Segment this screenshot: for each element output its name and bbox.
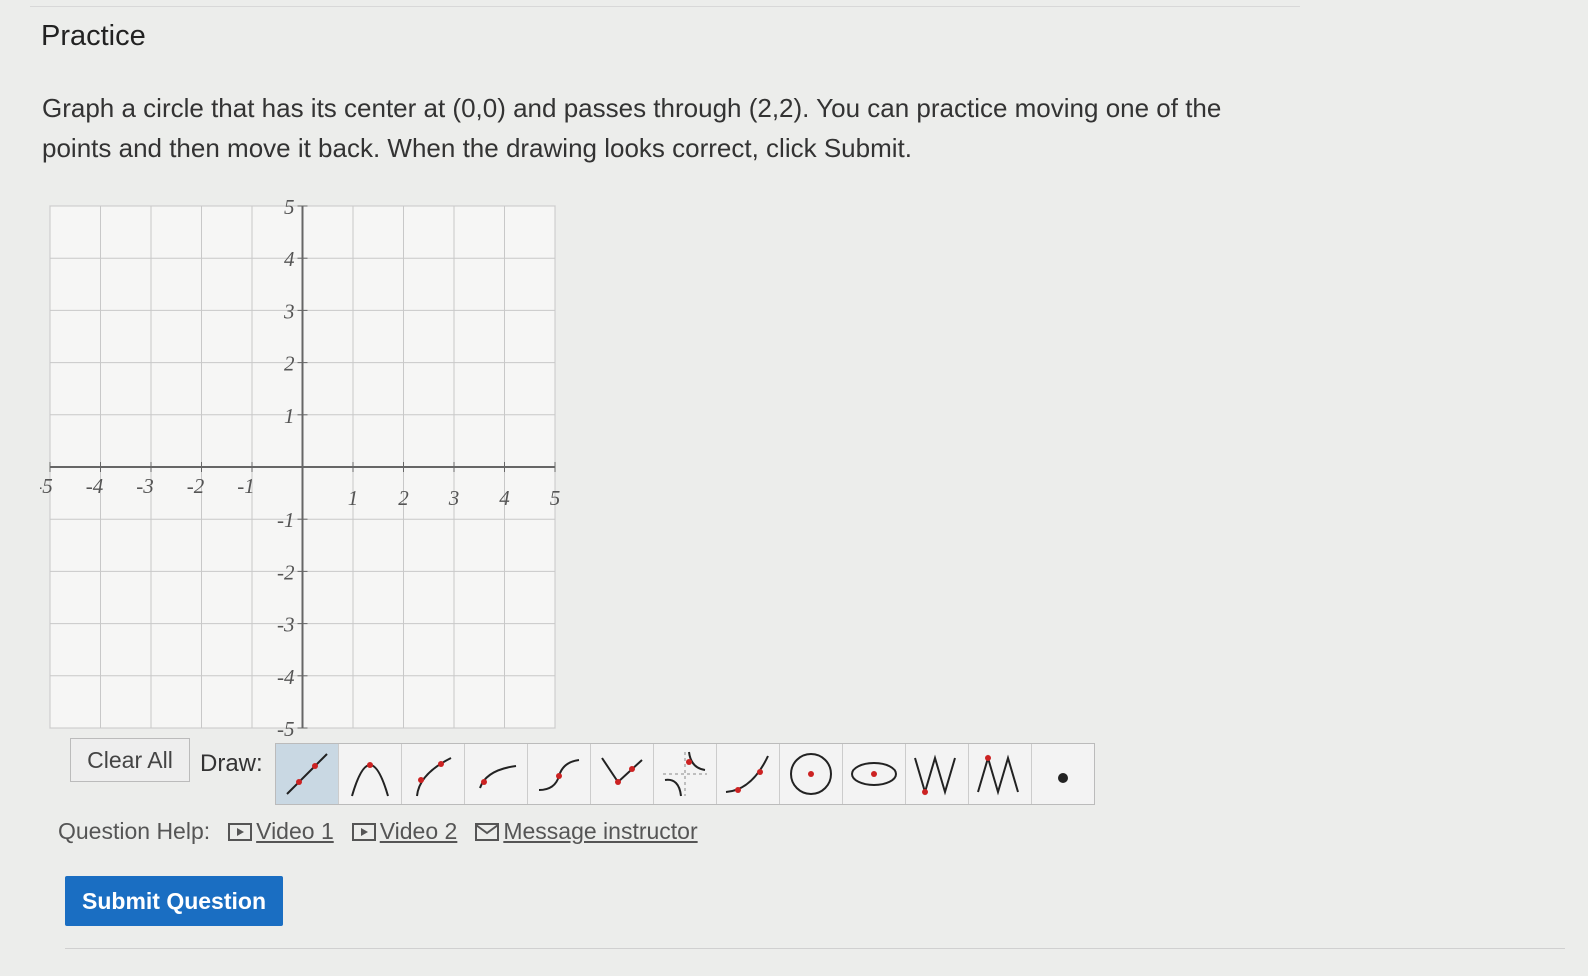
y-tick-label: -5 — [277, 717, 295, 738]
graph-svg[interactable]: -5 -4 -3 -2 -1 1 2 3 4 5 5 4 3 2 1 -1 -2 -3 -4 -5 — [35, 195, 560, 741]
sine-tool-icon — [914, 754, 956, 796]
circle-tool-button[interactable] — [780, 744, 843, 804]
y-tick-label: 2 — [284, 352, 295, 376]
y-tick-label: -1 — [277, 508, 295, 532]
y-tick-label: -2 — [277, 560, 295, 584]
graph-canvas[interactable]: -5 -4 -3 -2 -1 1 2 3 4 5 5 4 3 2 1 -1 -2 -3 -4 -5 — [35, 195, 560, 743]
y-tick-label: 3 — [283, 299, 295, 323]
video-icon — [228, 822, 253, 841]
y-tick-label: -3 — [277, 613, 295, 637]
exponential-tool-icon — [725, 755, 769, 793]
exponential-tool-button[interactable] — [717, 744, 780, 804]
point-tool-button[interactable] — [1032, 744, 1094, 804]
question-help: Question Help: Video 1 Video 2 Message i… — [58, 818, 698, 845]
cosine-tool-button[interactable] — [969, 744, 1032, 804]
x-tick-label: 5 — [550, 486, 560, 510]
x-tick-label: -2 — [187, 474, 205, 498]
video-1-link[interactable]: Video 1 — [228, 818, 334, 845]
sqrt-tool-button[interactable] — [402, 744, 465, 804]
log-tool-button[interactable] — [465, 744, 528, 804]
y-tick-label: 4 — [284, 247, 295, 271]
question-help-label: Question Help: — [58, 818, 211, 844]
log-tool-icon — [479, 765, 517, 789]
rational-tool-icon — [663, 751, 707, 797]
clear-all-button[interactable]: Clear All — [70, 738, 190, 782]
sqrt-tool-icon — [416, 757, 452, 797]
message-instructor-label: Message instructor — [503, 818, 698, 844]
x-tick-label: -1 — [237, 474, 255, 498]
parabola-tool-icon — [351, 762, 389, 797]
cosine-tool-icon — [977, 754, 1019, 796]
parabola-tool-button[interactable] — [339, 744, 402, 804]
y-tick-label: -4 — [277, 665, 295, 689]
video-icon — [351, 822, 376, 841]
draw-label: Draw: — [200, 750, 263, 777]
x-tick-label: -4 — [86, 474, 104, 498]
x-tick-label: -3 — [136, 474, 154, 498]
video-2-label: Video 2 — [379, 818, 458, 844]
x-tick-label: 2 — [398, 486, 409, 510]
x-tick-label: -5 — [40, 474, 53, 498]
cubic-tool-icon — [538, 759, 580, 791]
draw-tools — [275, 743, 1095, 805]
envelope-icon — [475, 822, 500, 841]
x-tick-label: 1 — [348, 486, 359, 510]
submit-question-button[interactable]: Submit Question — [65, 876, 283, 926]
y-tick-label: 5 — [284, 198, 295, 219]
bottom-divider — [65, 948, 1565, 949]
page-title: Practice — [41, 20, 146, 52]
line-tool-icon — [286, 753, 328, 795]
cubic-tool-button[interactable] — [528, 744, 591, 804]
absolute-value-tool-button[interactable] — [591, 744, 654, 804]
rational-tool-button[interactable] — [654, 744, 717, 804]
absolute-value-tool-icon — [601, 757, 643, 785]
sine-tool-button[interactable] — [906, 744, 969, 804]
video-2-link[interactable]: Video 2 — [351, 818, 458, 845]
line-tool-button[interactable] — [276, 744, 339, 804]
point-tool-icon — [1058, 773, 1068, 783]
video-1-label: Video 1 — [256, 818, 334, 844]
ellipse-tool-button[interactable] — [843, 744, 906, 804]
ellipse-tool-icon — [851, 762, 897, 786]
question-prompt: Graph a circle that has its center at (0… — [42, 93, 1222, 163]
message-instructor-link[interactable]: Message instructor — [475, 818, 698, 845]
x-tick-label: 4 — [499, 486, 510, 510]
x-tick-label: 3 — [448, 486, 460, 510]
top-divider — [30, 6, 1300, 7]
y-tick-label: 1 — [284, 404, 295, 428]
circle-tool-icon — [790, 753, 832, 795]
